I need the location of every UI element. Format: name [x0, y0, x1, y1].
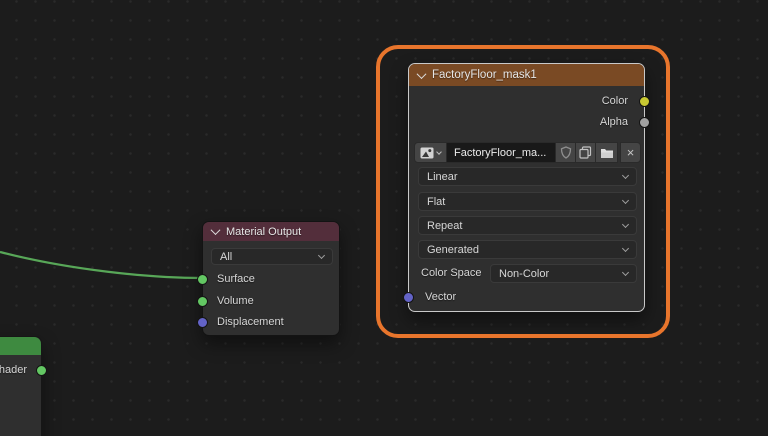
interpolation-dropdown[interactable]: Linear [418, 167, 637, 186]
displacement-input-socket[interactable] [197, 317, 208, 328]
browse-image-button[interactable] [414, 142, 447, 163]
material-output-header[interactable]: Material Output [203, 222, 339, 241]
output-target-value: All [220, 250, 233, 263]
folder-icon [600, 148, 613, 158]
image-name-field[interactable]: FactoryFloor_ma... [447, 142, 556, 163]
unlink-image-button[interactable]: × [620, 142, 641, 163]
color-output-socket[interactable] [639, 96, 650, 107]
chevron-down-icon[interactable] [416, 68, 427, 79]
chevron-down-icon [621, 171, 630, 180]
copy-icon [579, 146, 592, 159]
copy-image-button[interactable] [575, 142, 596, 163]
source-dropdown[interactable]: Generated [418, 240, 637, 259]
material-output-node[interactable]: Material Output All Surface Volume Displ… [197, 221, 340, 336]
interpolation-value: Linear [427, 170, 458, 183]
chevron-down-icon [621, 220, 630, 229]
volume-input-socket[interactable] [197, 296, 208, 307]
color-space-dropdown[interactable]: Non-Color [490, 264, 637, 283]
image-texture-header[interactable]: FactoryFloor_mask1 [409, 64, 644, 86]
image-texture-title: FactoryFloor_mask1 [432, 69, 537, 81]
image-texture-node[interactable]: FactoryFloor_mask1 Color Alpha FactoryFl… [403, 63, 650, 312]
surface-input-socket[interactable] [197, 274, 208, 285]
shield-icon [560, 146, 571, 159]
chevron-down-icon [621, 196, 630, 205]
chevron-down-icon [317, 251, 326, 260]
vector-input-socket[interactable] [403, 292, 414, 303]
source-value: Generated [427, 243, 479, 256]
extension-value: Repeat [427, 219, 463, 232]
material-output-title: Material Output [226, 225, 302, 238]
shader-output-label: Shader [0, 364, 27, 376]
chevron-down-icon [621, 244, 630, 253]
projection-dropdown[interactable]: Flat [418, 192, 637, 211]
x-icon: × [626, 145, 635, 160]
shader-output-socket[interactable] [36, 365, 47, 376]
alpha-output-socket[interactable] [639, 117, 650, 128]
projection-value: Flat [427, 195, 446, 208]
chevron-down-icon[interactable] [210, 225, 221, 236]
displacement-input-label: Displacement [217, 316, 284, 328]
color-output-label: Color [601, 95, 628, 107]
extension-dropdown[interactable]: Repeat [418, 216, 637, 235]
image-icon [420, 147, 434, 158]
shader-node[interactable]: Shader [0, 336, 47, 436]
vector-input-label: Vector [425, 291, 457, 303]
color-space-value: Non-Color [499, 267, 550, 280]
shader-node-header[interactable] [0, 337, 41, 355]
chevron-down-icon [436, 149, 442, 155]
output-target-dropdown[interactable]: All [211, 248, 333, 265]
node-editor-canvas[interactable]: Shader Material Output All Surface Volum… [0, 0, 768, 436]
image-datablock-row: FactoryFloor_ma... × [414, 142, 641, 163]
chevron-down-icon [621, 268, 630, 277]
shader-to-surface-wire [0, 250, 203, 280]
open-image-button[interactable] [595, 142, 618, 163]
surface-input-label: Surface [217, 273, 255, 285]
fake-user-button[interactable] [555, 142, 576, 163]
alpha-output-label: Alpha [599, 116, 628, 128]
volume-input-label: Volume [217, 295, 254, 307]
color-space-label: Color Space [421, 267, 482, 279]
